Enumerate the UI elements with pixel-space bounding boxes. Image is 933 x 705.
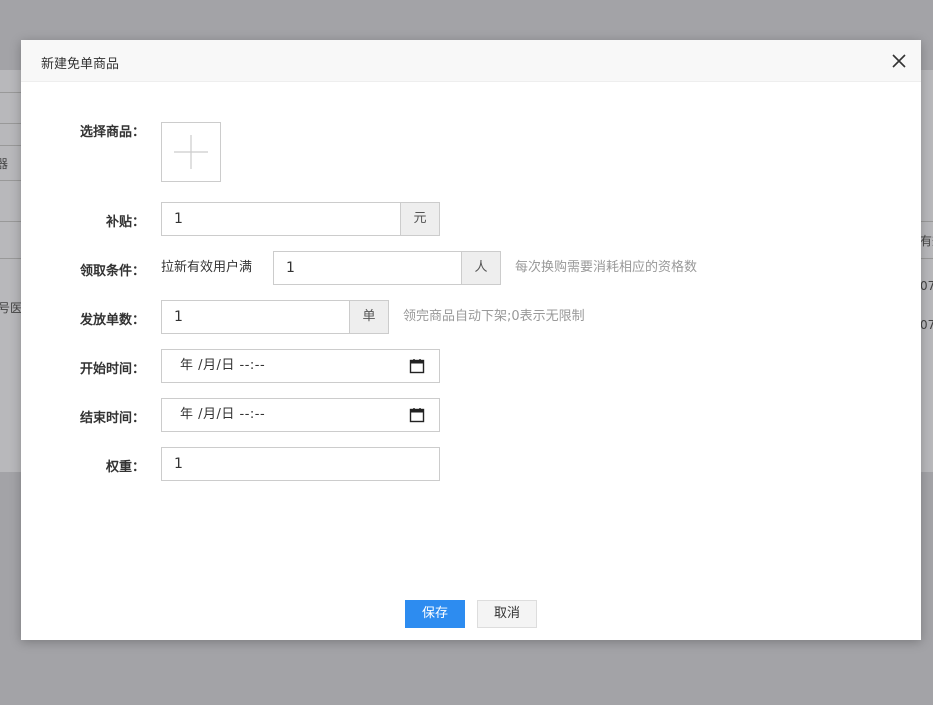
cancel-button[interactable]: 取消 bbox=[477, 600, 537, 628]
modal-header: 新建免单商品 bbox=[21, 40, 921, 82]
weight-label: 权重： bbox=[105, 460, 145, 475]
new-free-product-dialog: 新建免单商品 选择商品： 补贴： 1 元 领取条件： 拉新有效用户满 1 人 每… bbox=[21, 40, 921, 640]
save-button[interactable]: 保存 bbox=[405, 600, 465, 628]
end-time-input[interactable]: 年 /月/日 --:-- bbox=[161, 398, 440, 432]
weight-input[interactable]: 1 bbox=[161, 447, 440, 481]
quantity-label: 发放单数： bbox=[79, 313, 145, 328]
subsidy-input[interactable]: 1 bbox=[161, 202, 401, 236]
calendar-icon[interactable] bbox=[409, 358, 425, 374]
product-label: 选择商品： bbox=[79, 125, 145, 140]
condition-input[interactable]: 1 bbox=[273, 251, 462, 285]
condition-unit: 人 bbox=[462, 251, 501, 285]
subsidy-label: 补贴： bbox=[105, 215, 145, 230]
start-time-input[interactable]: 年 /月/日 --:-- bbox=[161, 349, 440, 383]
plus-icon bbox=[174, 135, 208, 169]
condition-prefix: 拉新有效用户满 bbox=[161, 260, 253, 275]
calendar-icon[interactable] bbox=[409, 407, 425, 423]
subsidy-unit: 元 bbox=[401, 202, 440, 236]
end-time-placeholder: 年 /月/日 --:-- bbox=[180, 407, 266, 422]
end-time-label: 结束时间： bbox=[79, 411, 145, 426]
start-time-placeholder: 年 /月/日 --:-- bbox=[180, 358, 266, 373]
quantity-unit: 单 bbox=[350, 300, 389, 334]
quantity-input[interactable]: 1 bbox=[161, 300, 350, 334]
start-time-label: 开始时间： bbox=[79, 362, 145, 377]
condition-hint: 每次换购需要消耗相应的资格数 bbox=[515, 260, 698, 275]
quantity-hint: 领完商品自动下架;0表示无限制 bbox=[403, 309, 585, 324]
close-icon[interactable] bbox=[889, 51, 909, 71]
condition-label: 领取条件： bbox=[79, 264, 145, 279]
product-upload-button[interactable] bbox=[161, 122, 221, 182]
modal-title: 新建免单商品 bbox=[41, 57, 120, 72]
